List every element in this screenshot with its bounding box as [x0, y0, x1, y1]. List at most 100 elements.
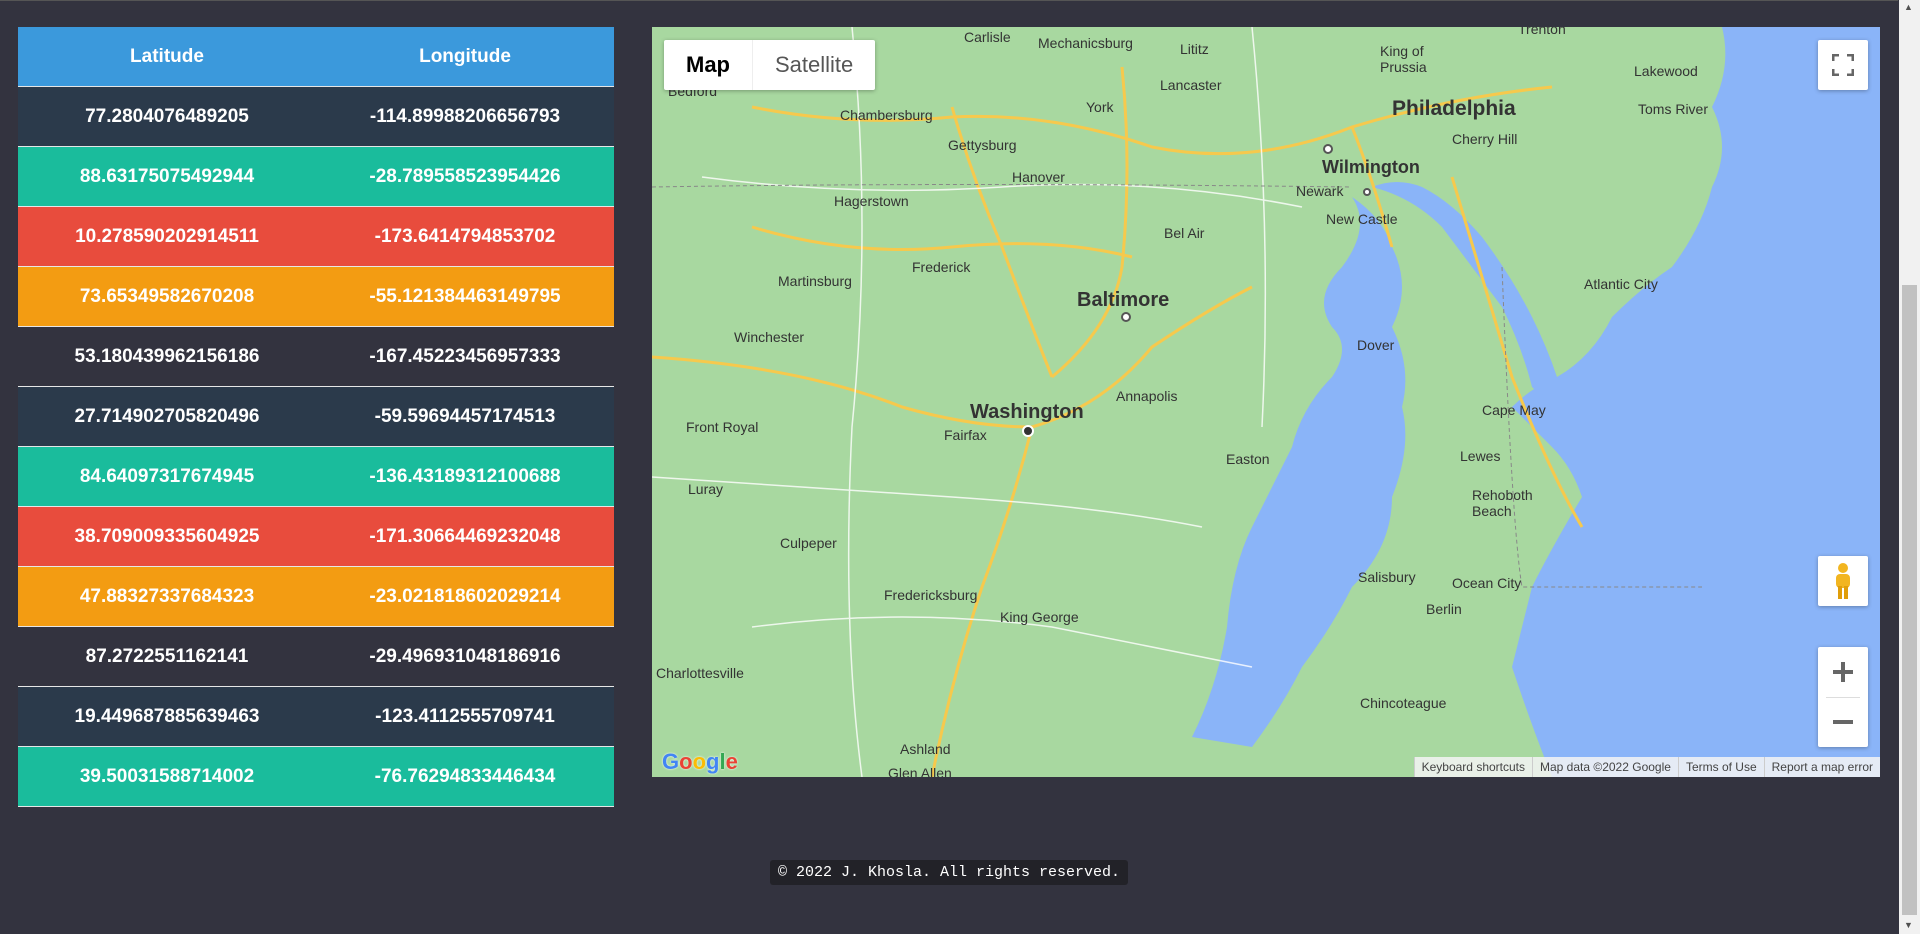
capital-marker [1022, 425, 1034, 437]
latitude-cell: 19.449687885639463 [18, 686, 316, 747]
city-label-hanover: Hanover [1012, 169, 1065, 185]
city-label-atlantic-city: Atlantic City [1584, 276, 1658, 292]
city-label-culpeper: Culpeper [780, 535, 837, 551]
city-marker [1323, 144, 1333, 154]
longitude-cell: -76.76294833446434 [316, 746, 614, 807]
table-row[interactable]: 84.64097317674945 -136.43189312100688 [18, 446, 614, 507]
city-label-carlisle: Carlisle [964, 29, 1011, 45]
latitude-cell: 73.65349582670208 [18, 266, 316, 327]
latitude-header: Latitude [18, 27, 316, 87]
zoom-control [1818, 647, 1868, 747]
city-label-philadelphia: Philadelphia [1392, 97, 1516, 120]
table-row[interactable]: 87.2722551162141 -29.496931048186916 [18, 626, 614, 687]
zoom-in-button[interactable] [1818, 647, 1868, 697]
report-map-error-link[interactable]: Report a map error [1763, 757, 1880, 777]
city-label-frederick: Frederick [912, 259, 971, 275]
plus-icon [1833, 661, 1853, 682]
longitude-cell: -123.4112555709741 [316, 686, 614, 747]
table-row[interactable]: 27.714902705820496 -59.59694457174513 [18, 386, 614, 447]
city-label-mechanicsburg: Mechanicsburg [1038, 35, 1133, 51]
scroll-down-arrow-icon[interactable]: ▼ [1904, 920, 1913, 930]
google-logo[interactable]: Google [662, 749, 738, 775]
longitude-cell: -55.121384463149795 [316, 266, 614, 327]
city-label-lewes: Lewes [1460, 448, 1501, 464]
city-label-wilmington: Wilmington [1322, 157, 1420, 177]
city-label-bel-air: Bel Air [1164, 225, 1205, 241]
latitude-cell: 10.278590202914511 [18, 206, 316, 267]
city-label-toms-river: Toms River [1638, 101, 1709, 117]
latitude-cell: 47.88327337684323 [18, 566, 316, 627]
latitude-cell: 53.180439962156186 [18, 326, 316, 387]
latitude-cell: 84.64097317674945 [18, 446, 316, 507]
table-row[interactable]: 39.50031588714002 -76.76294833446434 [18, 746, 614, 807]
city-label-trenton: Trenton [1518, 27, 1566, 37]
map-view[interactable]: Philadelphia Baltimore Washington Wilmin… [652, 27, 1880, 777]
city-label-new-castle: New Castle [1326, 211, 1398, 227]
table-header-row: Latitude Longitude [18, 27, 614, 87]
zoom-out-button[interactable] [1818, 697, 1868, 747]
city-label-annapolis: Annapolis [1116, 388, 1178, 404]
city-label-martinsburg: Martinsburg [778, 273, 852, 289]
page-scrollbar[interactable]: ▲ ▼ [1899, 0, 1920, 934]
city-label-gettysburg: Gettysburg [948, 137, 1017, 153]
map-attribution: Keyboard shortcuts Map data ©2022 Google… [1413, 757, 1880, 777]
latitude-cell: 88.63175075492944 [18, 146, 316, 207]
pegman-icon [1836, 563, 1850, 599]
street-view-button[interactable] [1818, 556, 1868, 606]
table-row[interactable]: 38.709009335604925 -171.30664469232048 [18, 506, 614, 567]
terms-of-use-link[interactable]: Terms of Use [1677, 757, 1764, 777]
map-canvas[interactable] [652, 27, 1880, 777]
latitude-cell: 27.714902705820496 [18, 386, 316, 447]
city-label-rehoboth-beach: Rehoboth Beach [1472, 487, 1533, 519]
longitude-cell: -28.789558523954426 [316, 146, 614, 207]
map-data-text: Map data ©2022 Google [1532, 757, 1678, 777]
map-type-control: Map Satellite [664, 40, 876, 90]
map-type-map-button[interactable]: Map [664, 40, 752, 90]
table-row[interactable]: 77.2804076489205 -114.89988206656793 [18, 86, 614, 147]
longitude-cell: -171.30664469232048 [316, 506, 614, 567]
keyboard-shortcuts-link[interactable]: Keyboard shortcuts [1413, 757, 1532, 777]
latitude-cell: 38.709009335604925 [18, 506, 316, 567]
city-marker [1121, 312, 1131, 322]
longitude-cell: -114.89988206656793 [316, 86, 614, 147]
city-label-newark: Newark [1296, 183, 1344, 199]
table-row[interactable]: 10.278590202914511 -173.6414794853702 [18, 206, 614, 267]
fullscreen-icon [1832, 54, 1854, 76]
table-row[interactable]: 73.65349582670208 -55.121384463149795 [18, 266, 614, 327]
top-border [0, 0, 1898, 1]
table-row[interactable]: 19.449687885639463 -123.4112555709741 [18, 686, 614, 747]
city-label-ashland: Ashland [900, 741, 951, 757]
map-type-satellite-button[interactable]: Satellite [752, 40, 875, 90]
city-label-lakewood: Lakewood [1634, 63, 1698, 79]
city-label-fredericksburg: Fredericksburg [884, 587, 978, 603]
coordinates-table: Latitude Longitude 77.2804076489205 -114.… [18, 27, 614, 807]
table-row[interactable]: 88.63175075492944 -28.789558523954426 [18, 146, 614, 207]
table-row[interactable]: 53.180439962156186 -167.45223456957333 [18, 326, 614, 387]
city-label-king-george: King George [1000, 609, 1079, 625]
city-label-cherry-hill: Cherry Hill [1452, 131, 1518, 147]
city-label-king-of-prussia: King of Prussia [1380, 43, 1427, 75]
minus-icon [1833, 720, 1853, 725]
city-label-salisbury: Salisbury [1358, 569, 1416, 585]
city-label-dover: Dover [1357, 337, 1395, 353]
longitude-cell: -136.43189312100688 [316, 446, 614, 507]
longitude-header: Longitude [316, 27, 614, 87]
scrollbar-thumb[interactable] [1902, 285, 1917, 915]
city-label-glen-allen: Glen Allen [888, 765, 952, 777]
city-label-charlottesville: Charlottesville [656, 665, 744, 681]
city-label-cape-may: Cape May [1482, 402, 1546, 418]
city-label-lancaster: Lancaster [1160, 77, 1222, 93]
longitude-cell: -29.496931048186916 [316, 626, 614, 687]
fullscreen-button[interactable] [1818, 40, 1868, 90]
table-row[interactable]: 47.88327337684323 -23.021818602029214 [18, 566, 614, 627]
city-label-lititz: Lititz [1180, 41, 1209, 57]
city-label-ocean-city: Ocean City [1452, 575, 1522, 591]
city-label-easton: Easton [1226, 451, 1270, 467]
latitude-cell: 77.2804076489205 [18, 86, 316, 147]
scroll-up-arrow-icon[interactable]: ▲ [1904, 2, 1913, 12]
city-label-front-royal: Front Royal [686, 419, 759, 435]
latitude-cell: 87.2722551162141 [18, 626, 316, 687]
longitude-cell: -173.6414794853702 [316, 206, 614, 267]
city-label-chambersburg: Chambersburg [840, 107, 933, 123]
city-label-berlin: Berlin [1426, 601, 1462, 617]
